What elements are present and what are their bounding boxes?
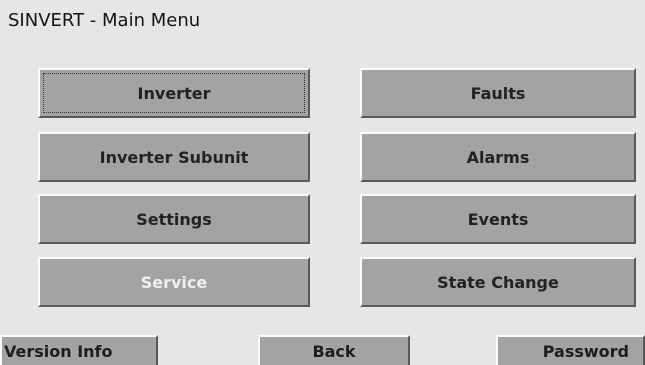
back-button[interactable]: Back xyxy=(258,335,410,365)
inverter-button[interactable]: Inverter xyxy=(38,68,310,118)
service-button: Service xyxy=(38,257,310,307)
version-info-button[interactable]: Version Info xyxy=(0,335,158,365)
events-button[interactable]: Events xyxy=(360,194,636,244)
faults-button[interactable]: Faults xyxy=(360,68,636,118)
inverter-subunit-button[interactable]: Inverter Subunit xyxy=(38,132,310,182)
alarms-button[interactable]: Alarms xyxy=(360,132,636,182)
settings-button[interactable]: Settings xyxy=(38,194,310,244)
password-button[interactable]: Password xyxy=(496,335,645,365)
main-menu-screen: SINVERT - Main Menu Inverter Inverter Su… xyxy=(0,0,645,365)
state-change-button[interactable]: State Change xyxy=(360,257,636,307)
window-title: SINVERT - Main Menu xyxy=(8,10,201,31)
